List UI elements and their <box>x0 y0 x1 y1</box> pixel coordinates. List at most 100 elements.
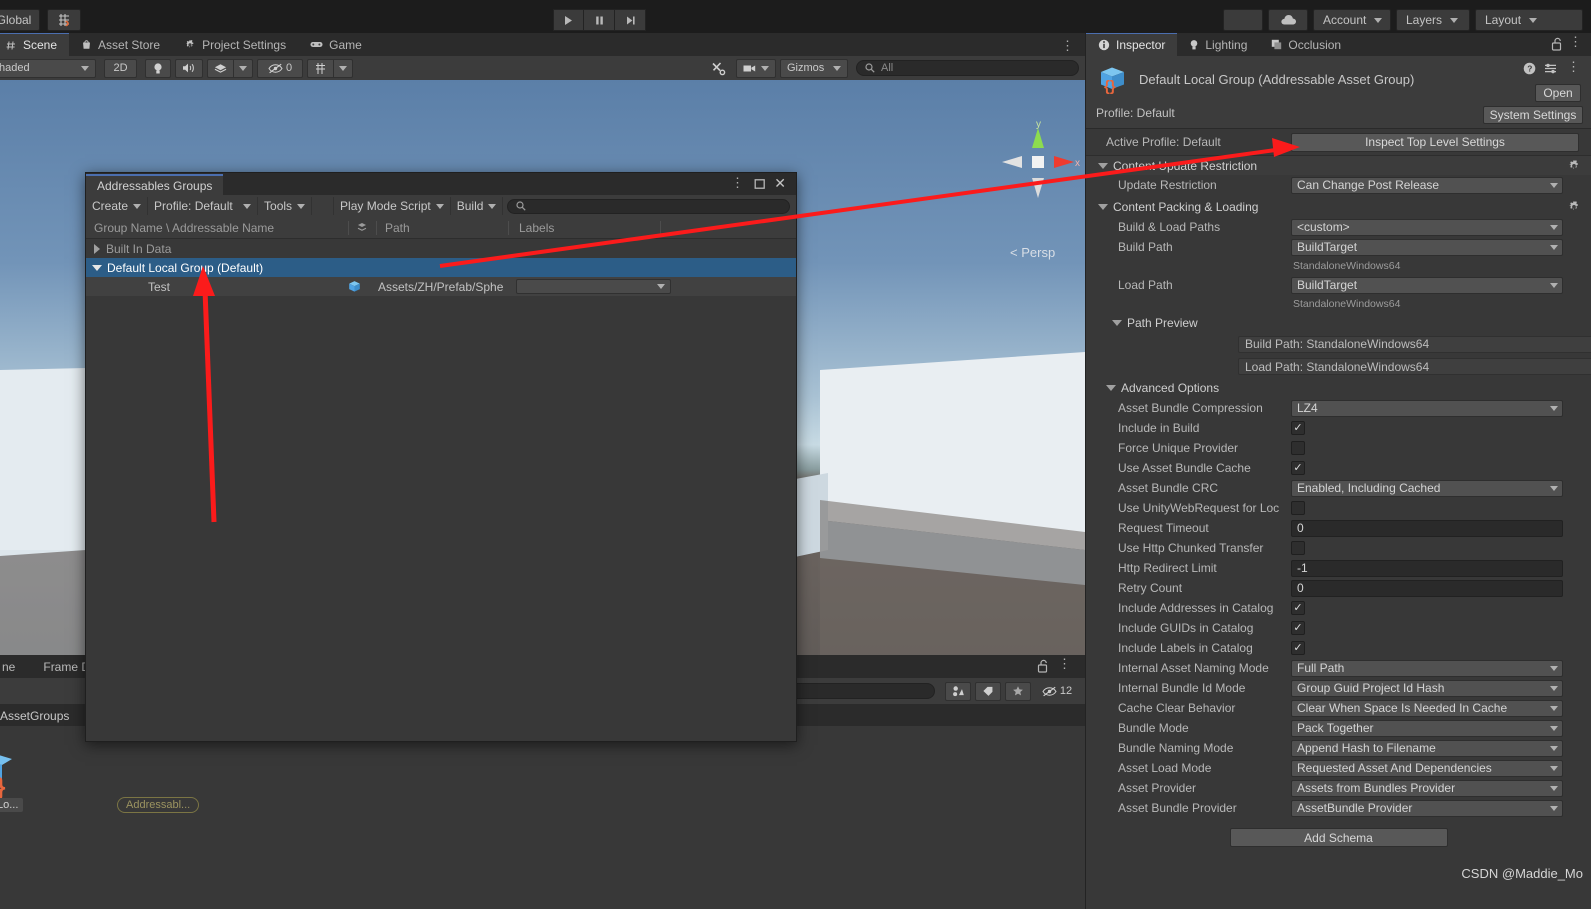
column-group-name[interactable]: Group Name \ Addressable Name <box>86 221 348 235</box>
project-search-input[interactable] <box>783 683 935 699</box>
column-asset-type-icon[interactable] <box>348 220 376 235</box>
step-button[interactable] <box>615 9 646 31</box>
lock-open-icon[interactable] <box>1037 659 1049 676</box>
tab-inspector[interactable]: Inspector <box>1086 33 1178 56</box>
help-icon[interactable]: ? <box>1523 62 1536 75</box>
tab-scene[interactable]: Scene <box>0 33 70 56</box>
inspect-top-level-settings-button[interactable]: Inspect Top Level Settings <box>1291 132 1579 152</box>
table-row[interactable]: Test Assets/ZH/Prefab/Sphe <box>86 277 796 296</box>
inspector-object-kebab-icon[interactable]: ⋮ <box>1567 59 1580 75</box>
open-button[interactable]: Open <box>1535 84 1581 102</box>
pause-button[interactable] <box>584 9 615 31</box>
gizmos-dropdown[interactable]: Gizmos <box>780 58 848 78</box>
effects-icon[interactable] <box>207 58 233 78</box>
build-load-paths-dropdown[interactable]: <custom> <box>1291 218 1563 236</box>
play-mode-script-dropdown[interactable]: Play Mode Script <box>334 197 451 215</box>
tab-scene-partial[interactable]: ne <box>0 660 15 674</box>
perspective-label[interactable]: < Persp <box>1010 245 1055 260</box>
label-filter-icon[interactable] <box>975 681 1001 701</box>
dropdown-control[interactable]: Enabled, Including Cached <box>1291 479 1563 497</box>
load-path-dropdown[interactable]: BuildTarget <box>1291 276 1563 294</box>
tab-game[interactable]: Game <box>298 33 374 56</box>
2d-toggle[interactable]: 2D <box>104 58 137 78</box>
checkbox-control[interactable] <box>1291 541 1305 555</box>
text-field[interactable]: 0 <box>1291 519 1563 537</box>
play-button[interactable] <box>553 9 584 31</box>
tab-project-settings[interactable]: Project Settings <box>172 33 298 56</box>
maximize-icon[interactable] <box>754 178 766 193</box>
project-grid[interactable]: {} Lo... Addressabl... <box>0 726 1085 909</box>
chevron-right-icon[interactable] <box>94 243 100 254</box>
tab-asset-store[interactable]: Asset Store <box>69 33 172 56</box>
dropdown-control[interactable]: AssetBundle Provider <box>1291 799 1563 817</box>
orientation-gizmo[interactable]: y x <box>996 119 1080 204</box>
grid-dropdown[interactable] <box>333 58 353 78</box>
gear-icon[interactable] <box>1567 159 1581 173</box>
bottom-kebab-menu-icon[interactable]: ⋮ <box>1058 656 1071 672</box>
layers-dropdown[interactable]: Layers <box>1396 9 1470 31</box>
effects-dropdown[interactable] <box>233 58 253 78</box>
section-content-packing-loading[interactable]: Content Packing & Loading <box>1086 197 1591 217</box>
table-row[interactable]: Default Local Group (Default) <box>86 258 796 277</box>
favorite-filter-icon[interactable] <box>1005 681 1031 701</box>
column-labels[interactable]: Labels <box>508 220 660 235</box>
dropdown-control[interactable]: Pack Together <box>1291 719 1563 737</box>
tab-occlusion[interactable]: Occlusion <box>1259 33 1353 56</box>
asset-chip[interactable]: Addressabl... <box>117 797 200 813</box>
preset-icon[interactable] <box>1544 62 1557 75</box>
shading-mode-dropdown[interactable]: haded <box>0 58 96 78</box>
grid-icon[interactable] <box>307 58 333 78</box>
text-field[interactable]: -1 <box>1291 559 1563 577</box>
dropdown-control[interactable]: Append Hash to Filename <box>1291 739 1563 757</box>
tools-icon[interactable] <box>704 59 732 78</box>
tab-lighting[interactable]: Lighting <box>1177 33 1259 56</box>
breadcrumb-assetgroups[interactable]: AssetGroups <box>0 709 73 726</box>
addressables-tab[interactable]: Addressables Groups <box>86 174 224 195</box>
lightbulb-icon[interactable] <box>145 58 171 78</box>
addressables-groups-window[interactable]: Addressables Groups ⋮ ✕ Create Profile: … <box>85 172 797 742</box>
checkbox-control[interactable]: ✓ <box>1291 641 1305 655</box>
pivot-global-toggle[interactable]: Global <box>0 9 40 31</box>
system-settings-button[interactable]: System Settings <box>1483 106 1583 124</box>
section-content-update-restriction[interactable]: Content Update Restriction <box>1086 155 1591 175</box>
checkbox-control[interactable] <box>1291 501 1305 515</box>
text-field[interactable]: 0 <box>1291 579 1563 597</box>
dropdown-control[interactable]: Group Guid Project Id Hash <box>1291 679 1563 697</box>
dropdown-control[interactable]: LZ4 <box>1291 399 1563 417</box>
profile-dropdown[interactable]: Profile: Default <box>148 197 259 215</box>
asset-filter-icon[interactable] <box>945 681 971 701</box>
camera-dropdown[interactable] <box>736 58 776 78</box>
cloud-button[interactable] <box>1268 9 1308 31</box>
build-path-dropdown[interactable]: BuildTarget <box>1291 238 1563 256</box>
inspector-lock-open-icon[interactable] <box>1551 37 1563 54</box>
section-advanced-options[interactable]: Advanced Options <box>1086 378 1591 398</box>
dropdown-control[interactable]: Clear When Space Is Needed In Cache <box>1291 699 1563 717</box>
dropdown-control[interactable]: Full Path <box>1291 659 1563 677</box>
addressable-asset-icon[interactable]: {} <box>0 751 40 805</box>
dropdown-control[interactable]: Requested Asset And Dependencies <box>1291 759 1563 777</box>
update-restriction-dropdown[interactable]: Can Change Post Release <box>1291 176 1563 194</box>
speaker-icon[interactable] <box>175 58 203 78</box>
checkbox-control[interactable]: ✓ <box>1291 621 1305 635</box>
bottom-hidden-count[interactable]: 12 <box>1035 682 1079 701</box>
checkbox-control[interactable]: ✓ <box>1291 421 1305 435</box>
hidden-objects-toggle[interactable]: 0 <box>257 58 303 78</box>
tools-dropdown[interactable]: Tools <box>258 197 313 215</box>
inspector-kebab-menu-icon[interactable]: ⋮ <box>1569 34 1582 50</box>
dropdown-control[interactable]: Assets from Bundles Provider <box>1291 779 1563 797</box>
account-dropdown[interactable]: Account <box>1313 9 1391 31</box>
table-row[interactable]: Built In Data <box>86 239 796 258</box>
checkbox-control[interactable] <box>1291 441 1305 455</box>
addressables-search-input[interactable] <box>507 198 790 214</box>
collab-button[interactable] <box>1223 9 1263 31</box>
column-path[interactable]: Path <box>376 220 508 235</box>
labels-dropdown[interactable] <box>516 279 671 294</box>
close-icon[interactable]: ✕ <box>774 175 786 192</box>
grid-snap-icon[interactable] <box>47 9 81 31</box>
add-schema-button[interactable]: Add Schema <box>1229 828 1448 847</box>
section-path-preview[interactable]: Path Preview <box>1086 313 1591 333</box>
checkbox-control[interactable]: ✓ <box>1291 601 1305 615</box>
gear-icon[interactable] <box>1567 200 1581 214</box>
build-dropdown[interactable]: Build <box>451 197 504 215</box>
create-dropdown[interactable]: Create <box>86 197 149 215</box>
